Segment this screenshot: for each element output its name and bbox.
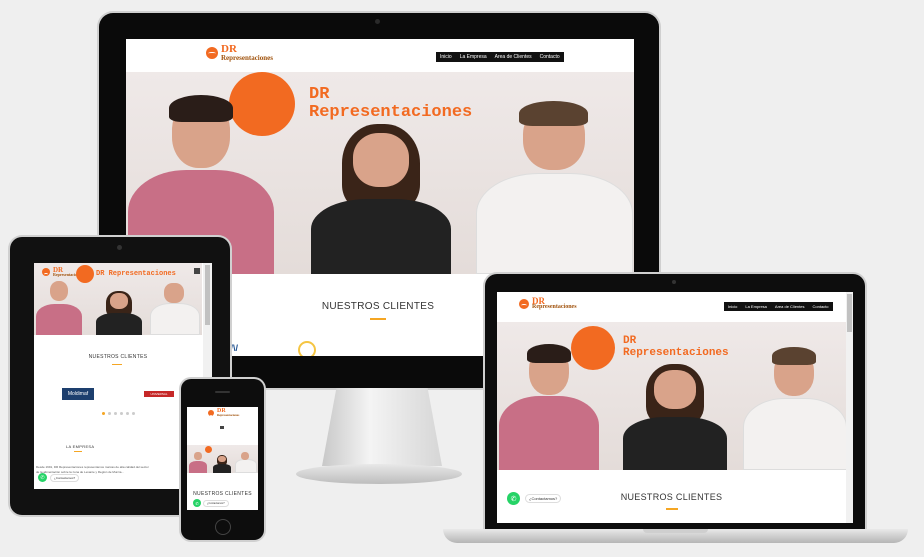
laptop-wall-line2: Representaciones <box>623 346 729 359</box>
clients-underline <box>370 318 386 320</box>
carousel-dot[interactable] <box>108 412 111 415</box>
tablet-wall-line2: Representaciones <box>108 270 176 278</box>
tablet-person-left <box>36 279 82 335</box>
laptop-nav-item-clientes[interactable]: Area de Clientes <box>771 302 809 311</box>
tablet-person-right <box>150 281 200 335</box>
wall-text-line1: DR <box>309 85 330 104</box>
tablet-client-logo-1: Moldimaf <box>62 388 94 400</box>
laptop-logo[interactable]: DR Representaciones <box>519 296 577 311</box>
laptop-whatsapp-button[interactable]: ✆ <box>507 492 520 505</box>
monitor-stand <box>322 388 442 466</box>
laptop-clients-underline <box>666 508 678 510</box>
tablet-company-underline <box>74 451 82 452</box>
laptop-person-left <box>499 336 599 470</box>
laptop-nav-item-inicio[interactable]: Inicio <box>724 302 741 311</box>
phone-hero-image <box>187 445 258 473</box>
logo-mark-icon <box>206 47 218 60</box>
tablet-client-logo-2: UNIVERSAL <box>144 391 174 397</box>
phone-clients-title: NUESTROS CLIENTES <box>193 491 252 497</box>
carousel-dot[interactable] <box>120 412 123 415</box>
phone-logo-mark-icon <box>208 410 214 417</box>
nav-item-empresa[interactable]: La Empresa <box>456 52 491 62</box>
tablet-contact-pill[interactable]: ¿Contactamos? <box>50 474 80 482</box>
phone-screen: DR Representaciones NUESTROS CLIENTES ✆ … <box>187 407 258 510</box>
phone-contact-pill[interactable]: ¿Contactamos? <box>203 500 229 507</box>
phone-menu-icon[interactable] <box>220 426 224 429</box>
laptop-wall-text: DR Representaciones <box>623 335 729 359</box>
tablet-client-logo-2-text: UNIVERSAL <box>150 392 168 396</box>
phone-person-right <box>235 451 257 473</box>
site-logo[interactable]: DR Representaciones <box>206 44 273 62</box>
monitor-base <box>296 464 462 484</box>
laptop-contact-pill[interactable]: ¿Contactamos? <box>525 494 562 503</box>
tablet-menu-icon[interactable] <box>194 268 200 274</box>
wall-text-line2: Representaciones <box>309 102 473 122</box>
desktop-header: DR Representaciones Inicio La Empresa Ar… <box>126 39 634 72</box>
phone-whatsapp-button[interactable]: ✆ <box>193 499 201 507</box>
phone-logo[interactable]: DR Representaciones <box>208 408 240 418</box>
nav-item-clientes[interactable]: Area de Clientes <box>491 52 536 62</box>
tablet-logo-mark-icon <box>42 267 50 276</box>
carousel-dot[interactable] <box>132 412 135 415</box>
phone-logo-bottom: Representaciones <box>217 413 240 418</box>
tablet-hero-image: DR Representaciones DR Representaciones <box>34 263 202 335</box>
laptop-person-center <box>623 364 727 470</box>
nav-item-inicio[interactable]: Inicio <box>436 52 456 62</box>
laptop-nav-item-contacto[interactable]: Contacto <box>809 302 833 311</box>
laptop-logo-mark-icon <box>519 298 529 309</box>
laptop-person-right <box>743 342 846 470</box>
desktop-nav: Inicio La Empresa Area de Clientes Conta… <box>436 52 564 62</box>
nav-item-contacto[interactable]: Contacto <box>536 52 564 62</box>
logo-text-bottom: Representaciones <box>221 53 273 62</box>
monitor-camera <box>375 19 380 24</box>
person-right <box>476 94 633 274</box>
person-center <box>311 124 451 274</box>
phone-speaker <box>215 391 230 393</box>
laptop-logo-bottom: Representaciones <box>532 304 577 311</box>
tablet-clients-underline <box>112 364 122 365</box>
tablet-client-logo-1-text: Moldimaf <box>67 391 89 397</box>
tablet-wall-text: DR Representaciones <box>96 270 176 278</box>
laptop-hero-image: DR Representaciones <box>497 322 846 470</box>
phone-person-center <box>213 455 231 473</box>
phone-device: DR Representaciones NUESTROS CLIENTES ✆ … <box>181 379 264 540</box>
phone-home-button[interactable] <box>215 519 231 535</box>
carousel-dot[interactable] <box>114 412 117 415</box>
laptop-screen: DR Representaciones Inicio La Empresa Ar… <box>497 292 853 523</box>
laptop-scrollbar[interactable] <box>846 292 853 523</box>
laptop-device: DR Representaciones Inicio La Empresa Ar… <box>485 274 865 529</box>
tablet-company-title: LA EMPRESA <box>66 444 95 449</box>
tablet-carousel-dots[interactable] <box>102 412 135 415</box>
carousel-dot-active[interactable] <box>102 412 105 415</box>
client-logo-partial-2 <box>298 341 316 356</box>
laptop-notch <box>643 529 708 533</box>
phone-wall-logo-icon <box>205 446 212 453</box>
tablet-wall-line1: DR <box>96 270 105 278</box>
phone-person-left <box>189 451 207 473</box>
tablet-camera <box>117 245 122 250</box>
carousel-dot[interactable] <box>126 412 129 415</box>
tablet-clients-title: NUESTROS CLIENTES <box>88 354 148 360</box>
laptop-camera <box>672 280 676 284</box>
laptop-base <box>443 529 908 543</box>
tablet-person-center <box>96 291 142 335</box>
tablet-whatsapp-button[interactable]: ✆ <box>38 473 47 482</box>
laptop-nav: Inicio La Empresa Area de Clientes Conta… <box>724 302 833 311</box>
laptop-wall-line1: DR <box>623 335 637 347</box>
laptop-nav-item-empresa[interactable]: La Empresa <box>741 302 771 311</box>
wall-text: DR Representaciones <box>309 86 472 122</box>
